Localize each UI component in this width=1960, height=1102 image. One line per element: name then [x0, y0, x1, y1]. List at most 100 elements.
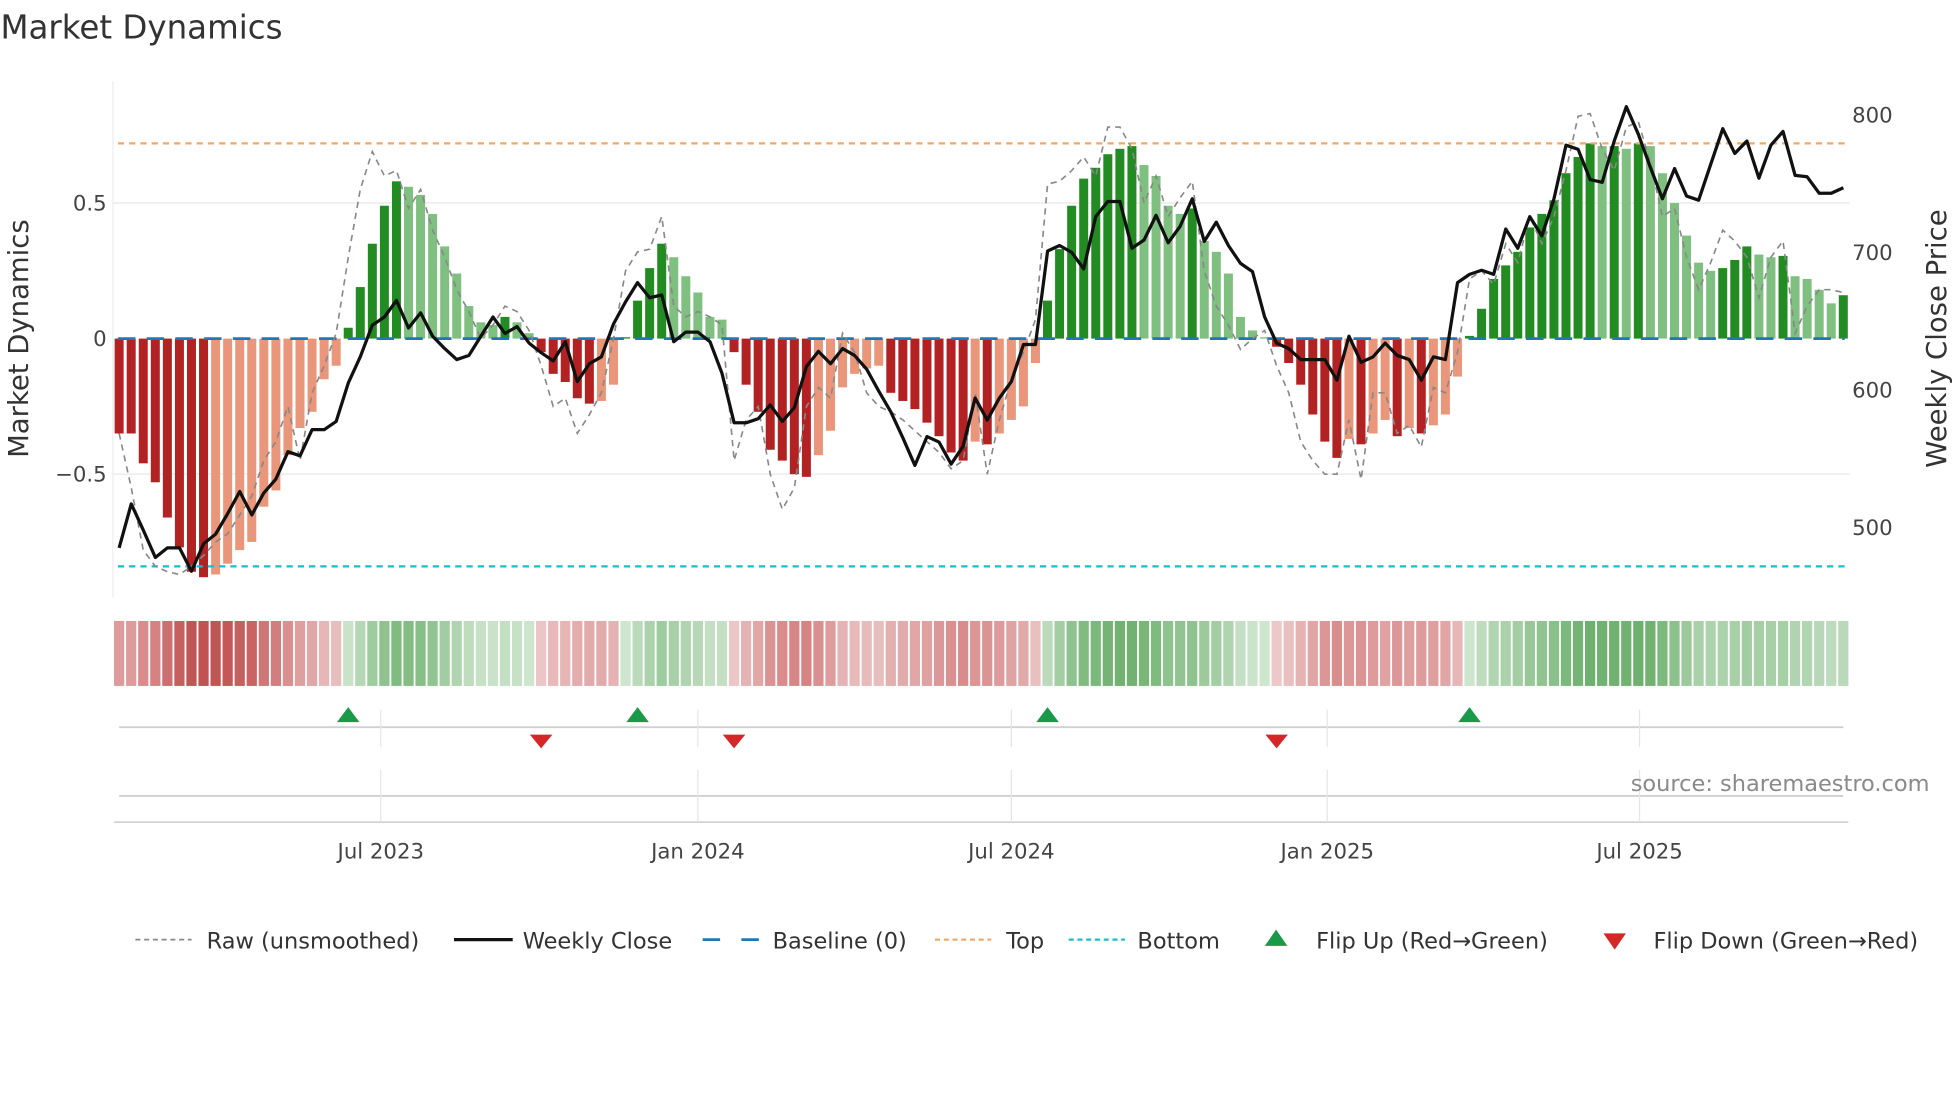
momentum-bar: [1404, 338, 1414, 429]
momentum-bar: [753, 338, 763, 412]
regime-cell: [1199, 620, 1210, 686]
regime-cell: [114, 620, 125, 686]
regime-cell: [1078, 620, 1089, 686]
regime-cell: [1802, 620, 1813, 686]
momentum-bar: [1187, 208, 1197, 339]
regime-cell: [837, 620, 848, 686]
y-axis-label: Market Dynamics: [3, 219, 35, 458]
regime-cell: [174, 620, 185, 686]
regime-cell: [885, 620, 896, 686]
x-tick-label: Jul 2024: [966, 839, 1054, 864]
regime-cell: [765, 620, 776, 686]
momentum-bar: [1223, 273, 1233, 339]
regime-cell: [620, 620, 631, 686]
flip-down-marker: [722, 734, 746, 749]
regime-cell: [1042, 620, 1053, 686]
momentum-bar: [633, 300, 643, 339]
legend-label: Bottom: [1137, 928, 1219, 954]
flip-markers: [114, 707, 1849, 823]
regime-cell: [1633, 620, 1644, 686]
momentum-bar: [1633, 143, 1643, 339]
momentum-bar: [1742, 246, 1752, 339]
regime-cell: [849, 620, 860, 686]
regime-cell: [596, 620, 607, 686]
momentum-bar: [235, 338, 245, 551]
regime-cell: [1645, 620, 1656, 686]
momentum-bar: [1621, 148, 1631, 339]
regime-cell: [1416, 620, 1427, 686]
regime-cell: [644, 620, 655, 686]
market-dynamics-chart: Market Dynamics 0.5 0 −0.5 800 700 600 500 Ma…: [0, 9, 1952, 955]
momentum-bar: [1199, 240, 1209, 339]
regime-cell: [1018, 620, 1029, 686]
flip-up-marker: [1036, 707, 1059, 723]
x-tick-label: Jan 2024: [649, 839, 745, 864]
legend-label: Flip Down (Green→Red): [1653, 928, 1918, 954]
regime-cell: [258, 620, 269, 686]
momentum-bar: [934, 338, 944, 437]
regime-cell: [1741, 620, 1752, 686]
regime-cell: [427, 620, 438, 686]
source-note: source: sharemaestro.com: [1631, 771, 1930, 797]
momentum-bar: [1513, 251, 1523, 339]
regime-cell: [138, 620, 149, 686]
momentum-bar: [223, 338, 233, 564]
regime-cell: [1392, 620, 1403, 686]
regime-cell: [1102, 620, 1113, 686]
momentum-bar: [1718, 268, 1728, 339]
raw-line: [118, 112, 1844, 576]
momentum-bar: [1477, 308, 1487, 339]
regime-cell: [1319, 620, 1330, 686]
momentum-bar: [1332, 338, 1342, 458]
regime-cell: [945, 620, 957, 686]
momentum-bar: [1838, 295, 1848, 339]
momentum-bar: [1115, 148, 1125, 339]
regime-cell: [1054, 620, 1065, 686]
momentum-bar: [440, 246, 450, 339]
regime-cell: [1066, 620, 1077, 686]
regime-cell: [1488, 620, 1499, 686]
regime-cell: [270, 620, 282, 686]
momentum-bars: [114, 143, 1848, 578]
momentum-bar: [126, 338, 136, 434]
regime-cell: [523, 620, 535, 686]
regime-cell: [921, 620, 933, 686]
regime-cell: [294, 620, 306, 686]
regime-cell: [1006, 620, 1017, 686]
flip-up-marker: [1458, 707, 1481, 723]
momentum-bar: [946, 338, 956, 453]
legend-flip-up-icon: [1264, 929, 1288, 946]
regime-cell: [246, 620, 257, 686]
regime-cell: [1753, 620, 1765, 686]
regime-cell: [1560, 620, 1572, 686]
legend-label: Raw (unsmoothed): [207, 928, 420, 954]
regime-cell: [451, 620, 462, 686]
regime-cell: [511, 620, 523, 686]
momentum-bar: [162, 338, 172, 518]
momentum-bar: [922, 338, 932, 423]
x-tick-label: Jul 2025: [1594, 839, 1682, 864]
regime-cell: [331, 620, 342, 686]
momentum-bar: [1416, 338, 1426, 434]
regime-cell: [1464, 620, 1475, 686]
regime-cell: [1838, 620, 1849, 686]
regime-cell: [282, 620, 294, 686]
momentum-bar: [295, 338, 305, 429]
momentum-bar: [1525, 227, 1535, 339]
regime-cell: [1789, 620, 1801, 686]
momentum-bar: [970, 338, 980, 442]
regime-cell: [1717, 620, 1728, 686]
y2-tick-label: 500: [1852, 516, 1893, 541]
regime-cell: [897, 620, 908, 686]
regime-cell: [234, 620, 245, 686]
regime-cell: [668, 620, 679, 686]
momentum-bar: [705, 316, 715, 339]
y-tick-label: 0.5: [73, 192, 107, 217]
regime-cell: [656, 620, 667, 686]
regime-cell: [584, 620, 595, 686]
momentum-bar: [1826, 303, 1836, 339]
regime-cell: [1657, 620, 1668, 686]
flip-up-marker: [626, 707, 649, 723]
regime-cell: [608, 620, 619, 686]
right-axis-ticks: 800 700 600 500: [1852, 103, 1893, 540]
